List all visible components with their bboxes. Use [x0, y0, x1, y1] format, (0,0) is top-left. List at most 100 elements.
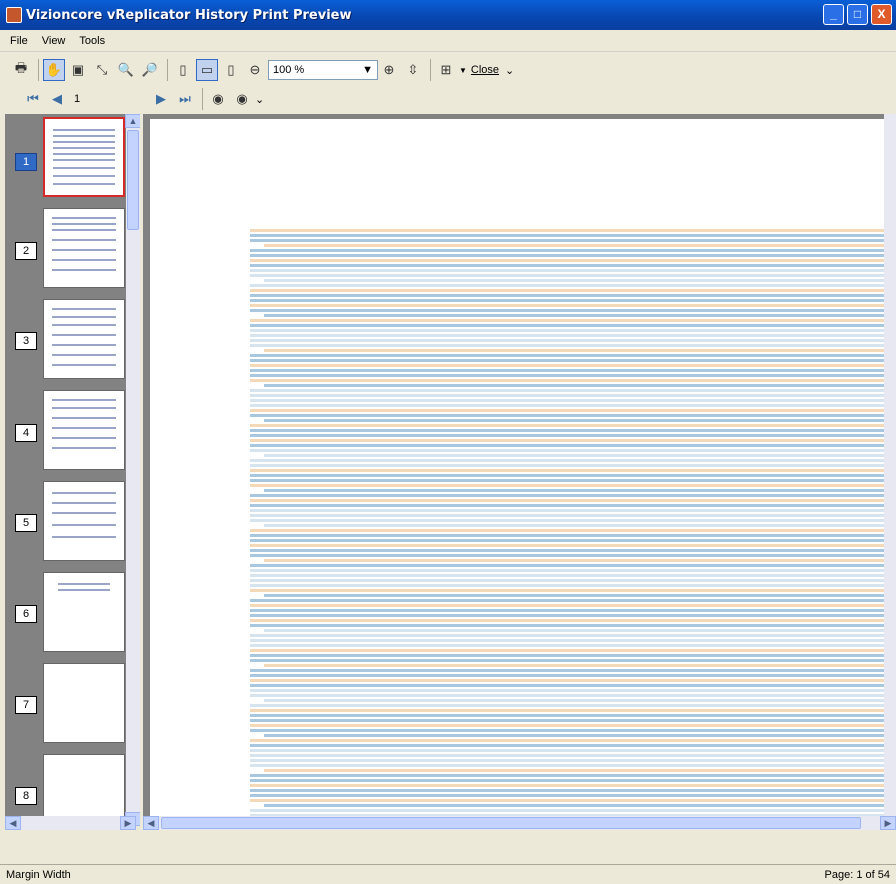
previous-page-icon[interactable]: ◀ [46, 88, 68, 110]
report-row [250, 269, 896, 272]
thumbnail-page[interactable] [43, 572, 125, 652]
zoom-out-glass-icon[interactable]: 🔍 [115, 59, 137, 81]
page-number-label[interactable]: 1 [15, 153, 37, 171]
single-page-icon[interactable]: ▯ [172, 59, 194, 81]
report-row [250, 539, 896, 542]
report-row [250, 554, 896, 557]
zoom-in-icon[interactable]: ⊕ [378, 59, 400, 81]
scroll-up-icon[interactable]: ▲ [125, 114, 140, 128]
forward-icon[interactable]: ◉ [231, 88, 253, 110]
report-row [250, 759, 896, 762]
report-row [250, 309, 896, 312]
page-number-label[interactable]: 2 [15, 242, 37, 260]
scroll-left-icon[interactable]: ◀ [5, 816, 21, 830]
report-row [250, 369, 896, 372]
scroll-thumb[interactable] [127, 130, 139, 230]
thumbnail-page[interactable] [43, 663, 125, 743]
multi-page-dropdown-icon[interactable]: ▼ [459, 66, 467, 75]
page-number-label[interactable]: 5 [15, 514, 37, 532]
snapshot-icon[interactable]: ▣ [67, 59, 89, 81]
hand-tool-icon[interactable]: ✋ [43, 59, 65, 81]
print-icon[interactable]: 🖶 [10, 59, 32, 81]
report-row [250, 319, 896, 322]
report-row [250, 739, 896, 742]
thumbnail-page[interactable] [43, 208, 125, 288]
back-icon[interactable]: ◉ [207, 88, 229, 110]
report-row [264, 524, 896, 527]
scroll-right-icon[interactable]: ▶ [120, 816, 136, 830]
maximize-button[interactable]: □ [847, 4, 868, 25]
first-page-icon[interactable]: ⏮ [22, 88, 44, 110]
dynamic-zoom-icon[interactable]: ⤡ [91, 59, 113, 81]
report-row [264, 664, 896, 667]
page-number-label[interactable]: 3 [15, 332, 37, 350]
report-row [250, 329, 896, 332]
scroll-left-icon[interactable]: ◀ [143, 816, 159, 830]
report-row [264, 559, 896, 562]
report-row [250, 634, 896, 637]
thumbnail-panel: 1 2 3 4 5 6 7 8 ▲ ▼ [5, 114, 140, 826]
menu-file[interactable]: File [10, 35, 28, 47]
report-row [250, 304, 896, 307]
report-row [250, 639, 896, 642]
report-row [250, 604, 896, 607]
thumbnail-page[interactable] [43, 481, 125, 561]
preview-area [143, 114, 896, 826]
close-window-button[interactable]: X [871, 4, 892, 25]
report-row [250, 389, 896, 392]
report-row [250, 504, 896, 507]
fit-height-icon[interactable]: ⇳ [402, 59, 424, 81]
report-row [250, 239, 896, 242]
scroll-right-icon[interactable]: ▶ [880, 816, 896, 830]
menu-view[interactable]: View [42, 35, 66, 47]
last-page-icon[interactable]: ⏭ [174, 88, 196, 110]
report-row [250, 529, 896, 532]
thumbnail-page[interactable] [43, 117, 125, 197]
report-row [264, 769, 896, 772]
zoom-in-glass-icon[interactable]: 🔎 [139, 59, 161, 81]
report-row [250, 274, 896, 277]
report-row [250, 764, 896, 767]
report-row [250, 484, 896, 487]
zoom-out-icon[interactable]: ⊖ [244, 59, 266, 81]
next-page-icon[interactable]: ▶ [150, 88, 172, 110]
report-row [250, 709, 896, 712]
report-row [250, 339, 896, 342]
report-row [250, 399, 896, 402]
preview-horizontal-scrollbar[interactable]: ◀ ▶ [143, 816, 896, 830]
page-number-input[interactable]: 1 [70, 89, 150, 109]
report-row [264, 419, 896, 422]
thumbnail-page[interactable] [43, 299, 125, 379]
report-row [250, 744, 896, 747]
report-row [250, 749, 896, 752]
close-preview-button[interactable]: Close [471, 64, 499, 76]
preview-vertical-scrollbar[interactable] [884, 114, 896, 826]
thumbnail-horizontal-scrollbar[interactable]: ◀ ▶ [5, 816, 136, 830]
page-number-label[interactable]: 4 [15, 424, 37, 442]
report-row [250, 439, 896, 442]
report-row [250, 784, 896, 787]
page-width-icon[interactable]: ▭ [196, 59, 218, 81]
page-indicator: Page: 1 of 54 [824, 868, 890, 881]
page-number-label[interactable]: 6 [15, 605, 37, 623]
thumbnail-vertical-scrollbar[interactable]: ▲ ▼ [125, 114, 140, 826]
report-row [250, 564, 896, 567]
toolbar-overflow-icon[interactable]: ⌄ [505, 64, 514, 77]
report-row [250, 589, 896, 592]
zoom-combo[interactable]: 100 % ▼ [268, 60, 378, 80]
whole-page-icon[interactable]: ▯ [220, 59, 242, 81]
thumbnail-page[interactable] [43, 390, 125, 470]
report-row [250, 644, 896, 647]
report-row [264, 629, 896, 632]
report-row [250, 684, 896, 687]
page-number-label[interactable]: 7 [15, 696, 37, 714]
page-number-label[interactable]: 8 [15, 787, 37, 805]
scroll-thumb[interactable] [161, 817, 861, 829]
report-row [264, 314, 896, 317]
report-row [250, 394, 896, 397]
menu-tools[interactable]: Tools [79, 35, 105, 47]
nav-overflow-icon[interactable]: ⌄ [255, 93, 264, 106]
multi-page-icon[interactable]: ⊞ [435, 59, 457, 81]
report-row [250, 609, 896, 612]
minimize-button[interactable]: _ [823, 4, 844, 25]
